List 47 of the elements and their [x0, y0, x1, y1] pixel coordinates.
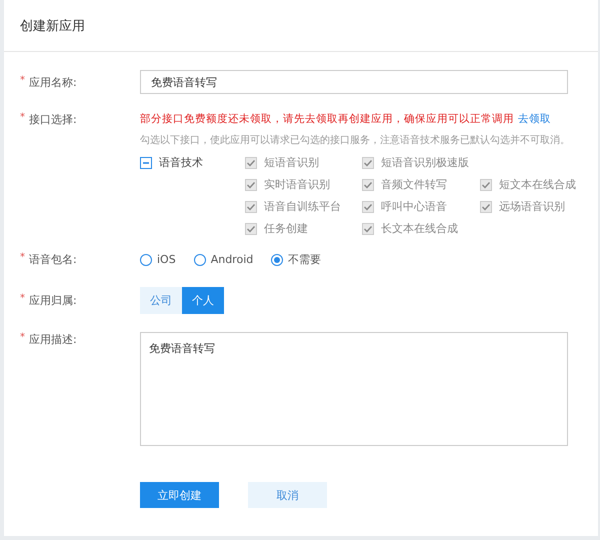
checkbox-label: 语音自训练平台: [264, 199, 341, 214]
dialog-title: 创建新应用: [20, 18, 85, 34]
radio-button[interactable]: [140, 254, 152, 266]
toggle-option[interactable]: 个人: [182, 287, 224, 314]
field-label: 接口选择:: [29, 112, 77, 128]
checkbox-label: 短文本在线合成: [499, 177, 576, 192]
checkbox-label: 短语音识别极速版: [381, 155, 469, 170]
radio-option[interactable]: iOS: [140, 252, 176, 267]
required-mark: *: [20, 293, 25, 306]
checkbox[interactable]: [140, 156, 152, 168]
required-mark: *: [20, 252, 25, 265]
checkmark-icon: [363, 202, 373, 212]
required-mark: *: [20, 75, 25, 88]
checkmark-icon: [481, 180, 491, 190]
name-input[interactable]: 免费语音转写: [140, 70, 568, 94]
checkmark-icon: [363, 158, 373, 168]
radio-button[interactable]: [271, 254, 284, 266]
claim-link[interactable]: 去领取: [518, 113, 551, 125]
checkmark-icon: [246, 202, 256, 212]
field-label: 应用名称:: [29, 75, 77, 91]
radio-option[interactable]: 不需要: [271, 252, 322, 267]
checkbox-label: 实时语音识别: [264, 177, 330, 192]
checkmark-icon: [246, 180, 256, 190]
required-mark: *: [20, 332, 25, 345]
category-checkbox[interactable]: 语音技术: [140, 155, 245, 170]
checkmark-icon: [363, 224, 373, 234]
checkmark-icon: [481, 202, 491, 212]
hint-text: 勾选以下接口，使此应用可以请求已勾选的接口服务，注意语音技术服务已默认勾选并不可取消。: [140, 134, 571, 147]
checkbox-label: 远场语音识别: [499, 199, 565, 214]
required-mark: *: [20, 112, 25, 125]
description-textarea[interactable]: 免费语音转写: [140, 332, 568, 446]
checkbox-label: 呼叫中心语音: [381, 199, 447, 214]
warning-text: 部分接口免费额度还未领取，请先去领取再创建应用，确保应用可以正常调用 去领取: [140, 112, 552, 126]
checkbox-label: 短语音识别: [264, 155, 319, 170]
checkmark-icon: [363, 180, 373, 190]
field-label: 语音包名:: [29, 252, 77, 267]
checkbox-label: 任务创建: [264, 221, 308, 236]
field-label: 应用描述:: [29, 332, 77, 348]
checkmark-icon: [246, 158, 256, 168]
field-label: 应用归属:: [29, 293, 77, 309]
create-button[interactable]: 立即创建: [140, 482, 219, 508]
radio-button[interactable]: [194, 254, 206, 266]
radio-option[interactable]: Android: [194, 252, 254, 267]
checkmark-icon: [246, 224, 256, 234]
checkbox-label: 音频文件转写: [381, 177, 447, 192]
checkbox-label: 长文本在线合成: [381, 221, 458, 236]
checkbox-label: 语音技术: [159, 155, 203, 170]
